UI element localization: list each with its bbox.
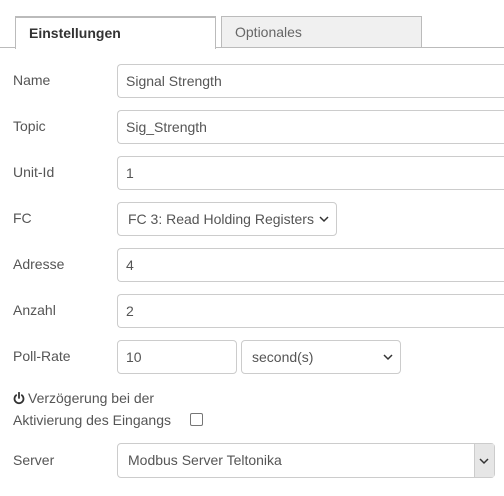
topic-label: Topic [13,118,46,134]
poll-rate-unit-select[interactable]: second(s) [241,340,401,374]
delay-label: Verzögerung bei der Aktivierung des Eing… [13,388,171,430]
chevron-down-icon [383,354,393,361]
server-select[interactable]: Modbus Server Teltonika [117,443,495,478]
anzahl-label: Anzahl [13,302,56,318]
chevron-down-icon [319,216,329,223]
server-label: Server [13,452,55,468]
unit-id-label: Unit-Id [13,164,55,180]
chevron-down-icon [479,458,489,465]
anzahl-input[interactable]: 2 [117,294,504,328]
poll-rate-label: Poll-Rate [13,348,71,364]
delay-label-line2: Aktivierung des Eingangs [13,412,171,428]
tab-optionales[interactable]: Optionales [221,16,422,47]
delay-checkbox[interactable] [190,413,203,426]
tab-einstellungen[interactable]: Einstellungen [15,16,216,49]
power-icon [13,390,25,410]
fc-select[interactable]: FC 3: Read Holding Registers [117,202,337,236]
fc-label: FC [13,210,32,226]
unit-id-input[interactable]: 1 [117,156,504,190]
server-dropdown-button[interactable] [474,444,494,477]
poll-rate-input[interactable]: 10 [117,340,237,374]
poll-rate-unit-value: second(s) [252,349,314,365]
fc-select-value: FC 3: Read Holding Registers [128,211,314,227]
name-input[interactable]: Signal Strength [117,64,504,98]
tab-bar: Einstellungen Optionales [0,0,504,49]
server-select-value: Modbus Server Teltonika [128,452,282,468]
topic-input[interactable]: Sig_Strength [117,110,504,144]
name-label: Name [13,72,51,88]
delay-label-line1: Verzögerung bei der [28,390,155,406]
adresse-input[interactable]: 4 [117,248,504,282]
adresse-label: Adresse [13,256,65,272]
